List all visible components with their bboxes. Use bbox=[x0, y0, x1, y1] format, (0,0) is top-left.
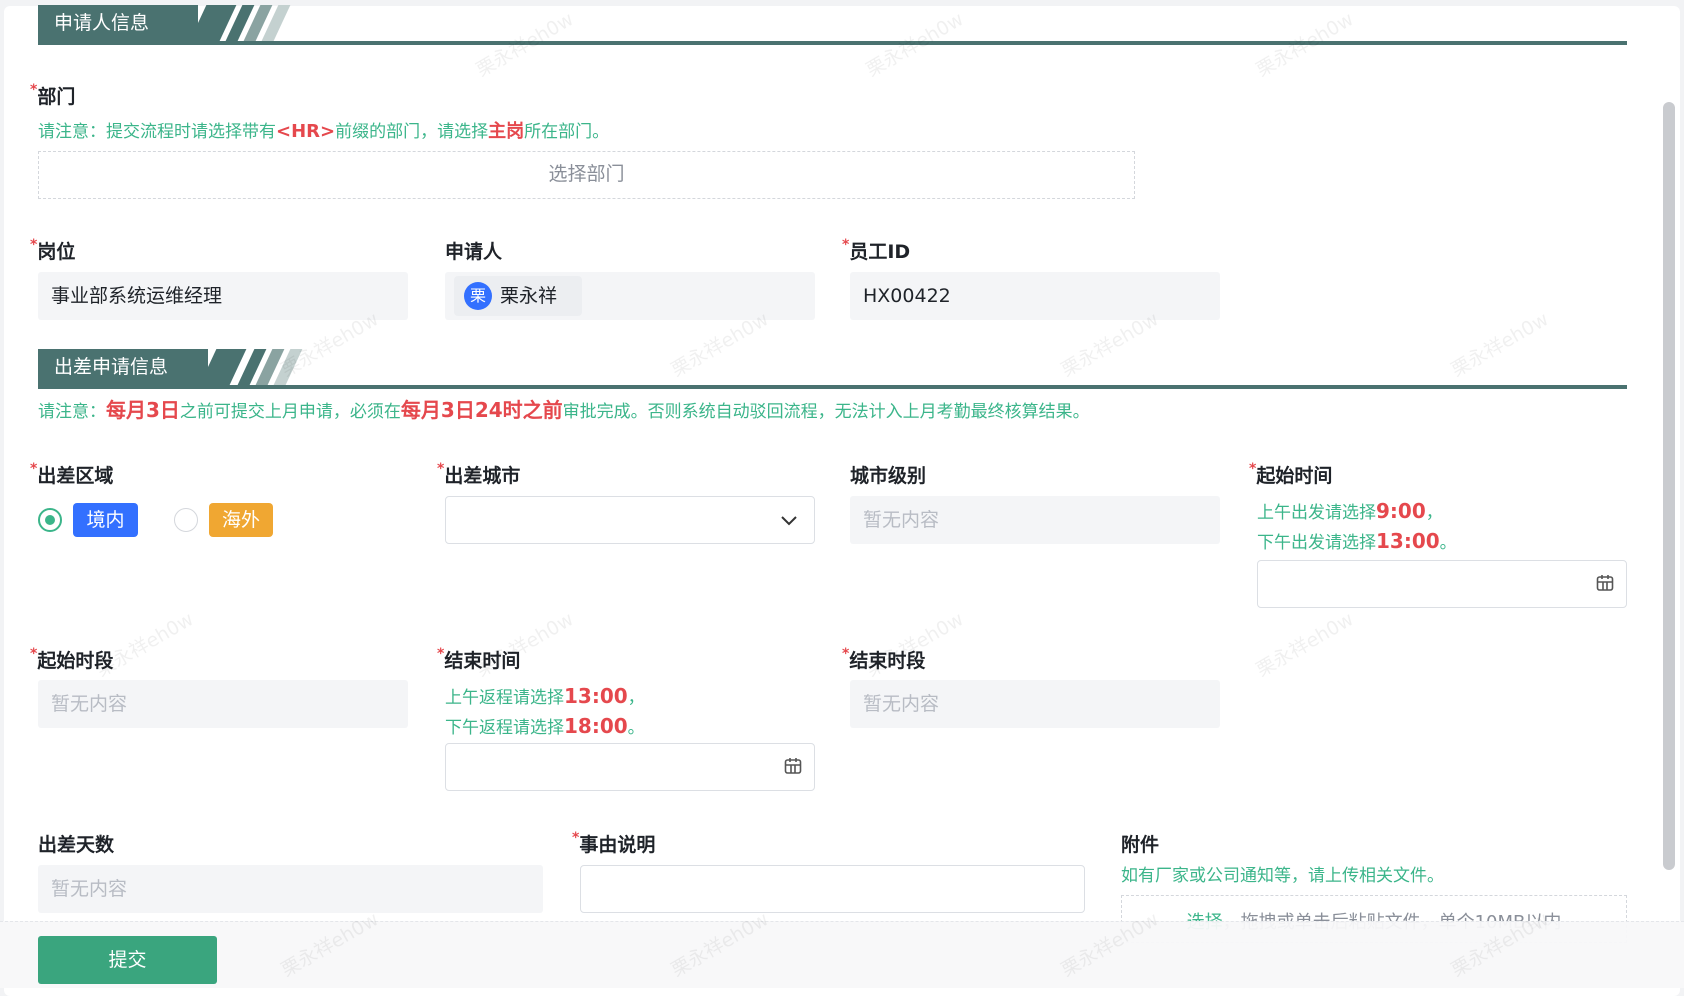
end-time-picker[interactable] bbox=[445, 743, 815, 791]
city-level-field: 暂无内容 bbox=[850, 496, 1220, 544]
reason-label: *事由说明 bbox=[572, 830, 656, 856]
applicant-name: 栗永祥 bbox=[500, 285, 558, 307]
attachment-label: 附件 bbox=[1121, 834, 1160, 856]
city-label: *出差城市 bbox=[437, 461, 521, 487]
section-header-applicant: 申请人信息 bbox=[38, 5, 1627, 45]
attachment-hint: 如有厂家或公司通知等，请上传相关文件。 bbox=[1121, 866, 1444, 886]
footer-bar bbox=[0, 921, 1684, 988]
start-time-label: *起始时间 bbox=[1249, 461, 1333, 487]
region-label: *出差区域 bbox=[30, 461, 114, 487]
start-period-field: 暂无内容 bbox=[38, 680, 408, 728]
days-field: 暂无内容 bbox=[38, 865, 543, 913]
department-note: 请注意：提交流程时请选择带有<HR>前缀的部门，请选择主岗所在部门。 bbox=[38, 121, 610, 142]
radio-domestic[interactable] bbox=[38, 508, 62, 532]
days-label: 出差天数 bbox=[38, 834, 115, 856]
tag-overseas[interactable]: 海外 bbox=[209, 503, 273, 537]
tag-domestic[interactable]: 境内 bbox=[73, 503, 138, 537]
chevron-down-icon bbox=[781, 516, 797, 526]
trip-note: 请注意：每月3日之前可提交上月申请，必须在每月3日24时之前审批完成。否则系统自… bbox=[38, 398, 1090, 422]
employee-id-field: HX00422 bbox=[850, 272, 1220, 320]
avatar: 栗 bbox=[464, 282, 492, 310]
end-time-hint: 上午返程请选择13:00， 下午返程请选择18:00。 bbox=[445, 684, 645, 738]
city-level-label: 城市级别 bbox=[850, 465, 927, 487]
employee-id-label: *员工ID bbox=[842, 237, 911, 263]
city-select[interactable] bbox=[445, 496, 815, 544]
calendar-icon bbox=[1596, 575, 1614, 591]
section-title: 出差申请信息 bbox=[38, 349, 208, 385]
position-field: 事业部系统运维经理 bbox=[38, 272, 408, 320]
scrollbar-thumb[interactable] bbox=[1663, 102, 1675, 870]
select-department-button[interactable]: 选择部门 bbox=[38, 151, 1135, 199]
start-time-picker[interactable] bbox=[1257, 560, 1627, 608]
radio-overseas[interactable] bbox=[174, 508, 198, 532]
reason-input[interactable] bbox=[580, 865, 1085, 913]
end-period-field: 暂无内容 bbox=[850, 680, 1220, 728]
position-label: *岗位 bbox=[30, 237, 76, 263]
section-header-trip: 出差申请信息 bbox=[38, 349, 1627, 389]
section-title: 申请人信息 bbox=[38, 5, 198, 41]
department-label: *部门 bbox=[30, 82, 76, 108]
applicant-label: 申请人 bbox=[445, 241, 503, 263]
calendar-icon bbox=[784, 758, 802, 774]
start-time-hint: 上午出发请选择9:00， 下午出发请选择13:00。 bbox=[1257, 499, 1457, 553]
applicant-chip: 栗 栗永祥 bbox=[454, 276, 582, 316]
submit-button[interactable]: 提交 bbox=[38, 936, 217, 984]
